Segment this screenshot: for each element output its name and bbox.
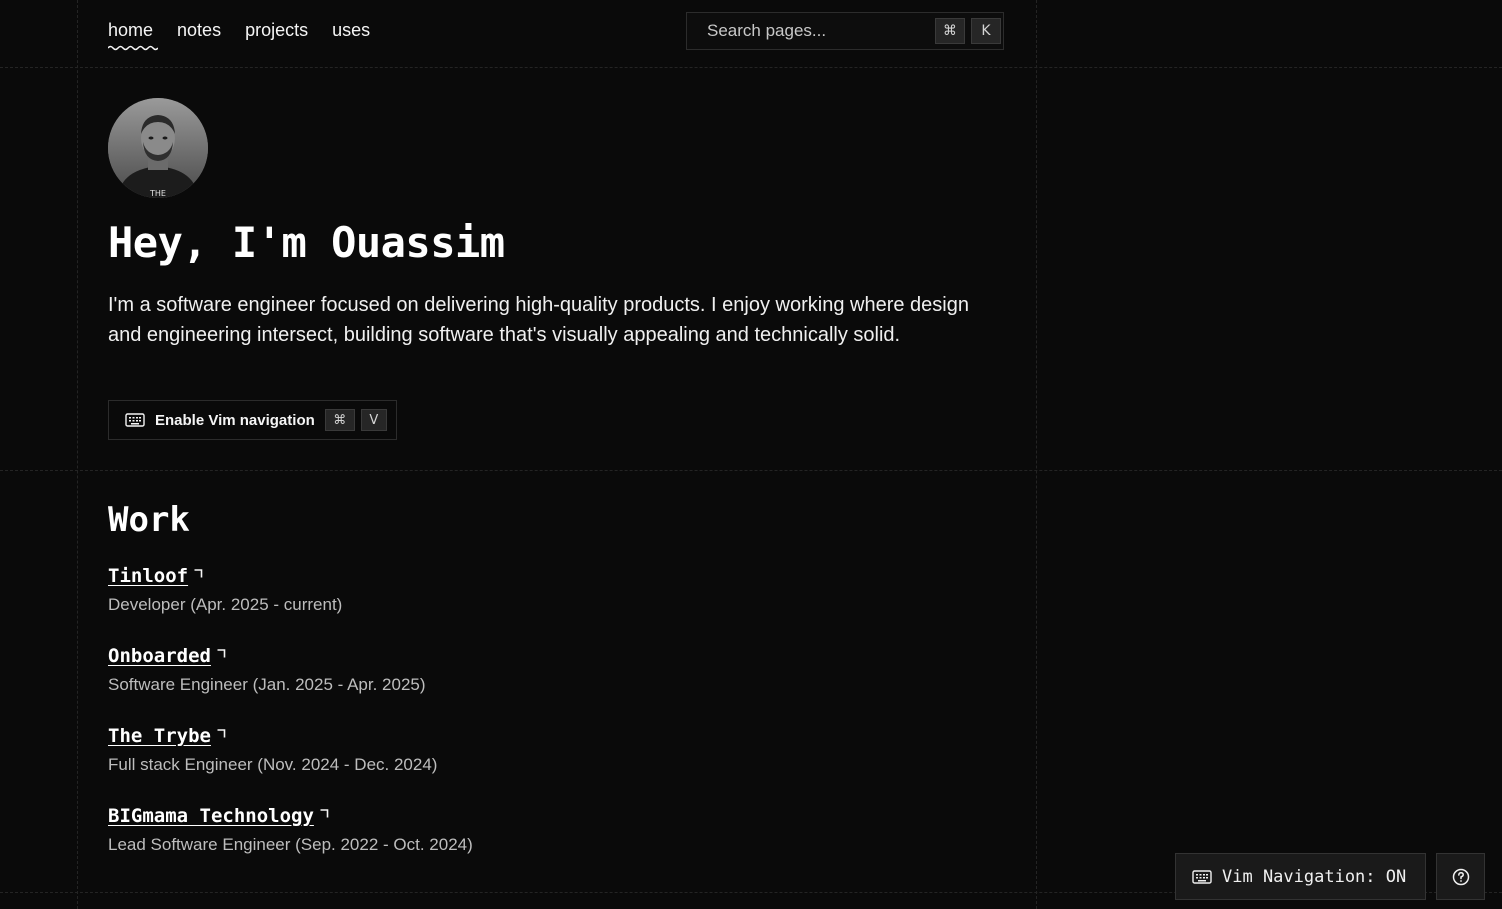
search-input[interactable]	[687, 20, 929, 42]
external-link-icon	[320, 809, 329, 818]
page-title: Hey, I'm Ouassim	[108, 218, 505, 267]
external-link-icon	[217, 649, 226, 658]
grid-line-right	[1036, 0, 1037, 909]
avatar-photo: THE	[108, 98, 208, 198]
external-link-icon	[194, 569, 203, 578]
search-box[interactable]: ⌘ K	[686, 12, 1004, 50]
keyboard-icon	[1192, 869, 1212, 884]
work-item: The Trybe Full stack Engineer (Nov. 2024…	[108, 725, 437, 775]
search-shortcut-cmd: ⌘	[935, 18, 965, 44]
job-role: Lead Software Engineer (Sep. 2022 - Oct.…	[108, 835, 473, 854]
job-role: Developer (Apr. 2025 - current)	[108, 595, 343, 614]
vim-navigation-status[interactable]: Vim Navigation: ON	[1175, 853, 1426, 900]
avatar: THE	[108, 98, 208, 198]
search-shortcut-k: K	[971, 18, 1001, 44]
nav-link-uses[interactable]: uses	[332, 20, 370, 47]
company-link-bigmama-technology[interactable]: BIGmama Technology	[108, 805, 314, 827]
help-button[interactable]	[1436, 853, 1485, 900]
vim-shortcut-v: V	[360, 409, 387, 431]
work-heading: Work	[108, 500, 190, 540]
nav-link-projects[interactable]: projects	[245, 20, 308, 47]
avatar-shirt-text: THE	[149, 189, 166, 198]
job-role: Full stack Engineer (Nov. 2024 - Dec. 20…	[108, 755, 438, 774]
company-link-onboarded[interactable]: Onboarded	[108, 645, 211, 667]
main-nav: home notes projects uses	[108, 20, 370, 47]
company-link-the-trybe[interactable]: The Trybe	[108, 725, 211, 747]
help-circle-icon	[1452, 868, 1469, 885]
work-item: Onboarded Software Engineer (Jan. 2025 -…	[108, 645, 426, 695]
keyboard-icon	[125, 413, 145, 427]
vim-status-label: Vim Navigation: ON	[1222, 866, 1407, 887]
grid-line-header	[0, 67, 1502, 68]
company-link-tinloof[interactable]: Tinloof	[108, 565, 188, 587]
work-item: Tinloof Developer (Apr. 2025 - current)	[108, 565, 342, 615]
external-link-icon	[217, 729, 226, 738]
enable-vim-label: Enable Vim navigation	[155, 411, 315, 429]
enable-vim-navigation-button[interactable]: Enable Vim navigation ⌘ V	[108, 400, 397, 440]
work-item: BIGmama Technology Lead Software Enginee…	[108, 805, 473, 855]
nav-link-home[interactable]: home	[108, 20, 153, 47]
nav-link-notes[interactable]: notes	[177, 20, 221, 47]
active-nav-squiggle	[108, 45, 158, 51]
grid-line-section	[0, 470, 1502, 471]
job-role: Software Engineer (Jan. 2025 - Apr. 2025…	[108, 675, 426, 694]
grid-line-left	[77, 0, 78, 909]
vim-shortcut-cmd: ⌘	[324, 409, 355, 431]
intro-text: I'm a software engineer focused on deliv…	[108, 294, 969, 346]
